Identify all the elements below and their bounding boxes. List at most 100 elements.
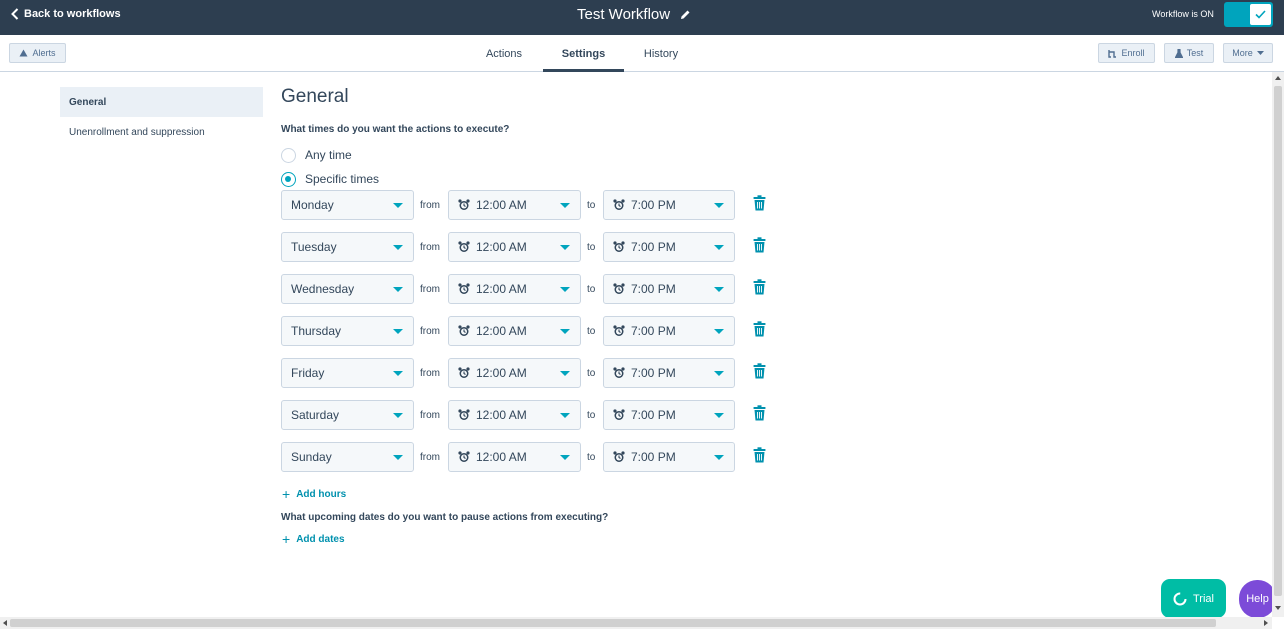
day-select[interactable]: Monday — [281, 190, 414, 220]
radio-label: Specific times — [305, 172, 380, 186]
alarm-clock-icon — [613, 241, 625, 253]
sidebar-item-general[interactable]: General — [60, 87, 263, 117]
scrollbar-thumb[interactable] — [10, 619, 1216, 627]
day-select[interactable]: Saturday — [281, 400, 414, 430]
from-time-value: 12:00 AM — [476, 240, 527, 254]
from-time-select[interactable]: 12:00 AM — [448, 358, 581, 388]
test-label: Test — [1186, 48, 1204, 58]
toggle-knob — [1250, 4, 1271, 25]
scroll-right-arrow[interactable] — [1264, 620, 1268, 626]
warning-icon — [19, 49, 28, 57]
schedule-row: Wednesday from 12:00 AM to 7:00 PM — [281, 274, 771, 304]
from-time-select[interactable]: 12:00 AM — [448, 400, 581, 430]
back-to-workflows-link[interactable]: Back to workflows — [11, 0, 121, 28]
from-time-value: 12:00 AM — [476, 198, 527, 212]
trial-button[interactable]: Trial — [1161, 579, 1226, 618]
chevron-down-icon — [393, 203, 403, 208]
radio-specific-times[interactable]: Specific times — [281, 170, 379, 188]
add-hours-link[interactable]: + Add hours — [282, 486, 346, 502]
more-button[interactable]: More — [1223, 43, 1273, 63]
from-time-select[interactable]: 12:00 AM — [448, 190, 581, 220]
add-dates-link[interactable]: + Add dates — [282, 531, 345, 547]
to-time-select[interactable]: 7:00 PM — [603, 358, 735, 388]
from-time-select[interactable]: 12:00 AM — [448, 274, 581, 304]
day-select-value: Tuesday — [291, 240, 337, 254]
to-time-select[interactable]: 7:00 PM — [603, 190, 735, 220]
schedule-row: Friday from 12:00 AM to 7:00 PM — [281, 358, 771, 388]
tab-history[interactable]: History — [633, 35, 689, 72]
chevron-down-icon — [393, 455, 403, 460]
plus-icon: + — [282, 486, 291, 502]
alarm-clock-icon — [458, 367, 470, 379]
from-label: from — [420, 241, 440, 253]
alerts-button[interactable]: Alerts — [9, 43, 66, 63]
pencil-icon[interactable] — [680, 9, 691, 20]
plus-icon: + — [282, 531, 291, 547]
alarm-clock-icon — [458, 325, 470, 337]
sidebar-item-label: Unenrollment and suppression — [69, 126, 205, 138]
test-button[interactable]: Test — [1164, 43, 1214, 63]
trash-icon[interactable] — [753, 447, 766, 468]
scroll-down-arrow[interactable] — [1275, 606, 1281, 610]
trial-label: Trial — [1193, 592, 1214, 605]
alarm-clock-icon — [458, 451, 470, 463]
trash-icon[interactable] — [753, 279, 766, 300]
tab-settings-label: Settings — [561, 47, 606, 60]
to-time-select[interactable]: 7:00 PM — [603, 232, 735, 262]
trash-icon[interactable] — [753, 237, 766, 258]
from-time-select[interactable]: 12:00 AM — [448, 442, 581, 472]
schedule-row: Monday from 12:00 AM to 7:00 PM — [281, 190, 771, 220]
to-time-value: 7:00 PM — [631, 366, 676, 380]
help-button[interactable]: Help — [1239, 580, 1276, 618]
to-time-select[interactable]: 7:00 PM — [603, 400, 735, 430]
from-time-value: 12:00 AM — [476, 366, 527, 380]
day-select[interactable]: Wednesday — [281, 274, 414, 304]
to-label: to — [587, 409, 596, 421]
day-select[interactable]: Tuesday — [281, 232, 414, 262]
from-label: from — [420, 409, 440, 421]
to-time-select[interactable]: 7:00 PM — [603, 316, 735, 346]
scrollbar-thumb[interactable] — [1274, 86, 1282, 596]
from-label: from — [420, 199, 440, 211]
workflow-toggle[interactable] — [1224, 2, 1273, 27]
from-time-select[interactable]: 12:00 AM — [448, 232, 581, 262]
enroll-icon — [1108, 49, 1117, 58]
vertical-scrollbar[interactable] — [1272, 72, 1284, 617]
tab-settings[interactable]: Settings — [543, 35, 624, 72]
to-time-value: 7:00 PM — [631, 282, 676, 296]
day-select-value: Monday — [291, 198, 334, 212]
to-time-select[interactable]: 7:00 PM — [603, 274, 735, 304]
from-label: from — [420, 283, 440, 295]
trash-icon[interactable] — [753, 363, 766, 384]
trash-icon[interactable] — [753, 321, 766, 342]
day-select-value: Sunday — [291, 450, 332, 464]
from-time-select[interactable]: 12:00 AM — [448, 316, 581, 346]
scroll-left-arrow[interactable] — [3, 620, 7, 626]
day-select[interactable]: Friday — [281, 358, 414, 388]
from-label: from — [420, 325, 440, 337]
enroll-button[interactable]: Enroll — [1098, 43, 1155, 63]
trash-icon[interactable] — [753, 405, 766, 426]
alerts-label: Alerts — [32, 48, 56, 58]
to-time-select[interactable]: 7:00 PM — [603, 442, 735, 472]
chevron-down-icon — [714, 371, 724, 376]
checkmark-icon — [1255, 10, 1266, 19]
chevron-down-icon — [560, 203, 570, 208]
trash-icon[interactable] — [753, 195, 766, 216]
sub-navigation: Alerts Actions Settings History Enroll T… — [0, 35, 1284, 72]
chevron-left-icon — [11, 8, 19, 20]
day-select[interactable]: Sunday — [281, 442, 414, 472]
to-time-value: 7:00 PM — [631, 198, 676, 212]
from-time-value: 12:00 AM — [476, 450, 527, 464]
radio-any-time[interactable]: Any time — [281, 146, 352, 164]
horizontal-scrollbar[interactable] — [0, 617, 1272, 629]
scroll-up-arrow[interactable] — [1275, 76, 1281, 80]
alarm-clock-icon — [613, 409, 625, 421]
chevron-down-icon — [393, 371, 403, 376]
chevron-down-icon — [393, 329, 403, 334]
day-select[interactable]: Thursday — [281, 316, 414, 346]
page-title: General — [281, 86, 349, 107]
sidebar-item-unenrollment[interactable]: Unenrollment and suppression — [60, 117, 263, 147]
to-time-value: 7:00 PM — [631, 240, 676, 254]
tab-actions[interactable]: Actions — [474, 35, 534, 72]
